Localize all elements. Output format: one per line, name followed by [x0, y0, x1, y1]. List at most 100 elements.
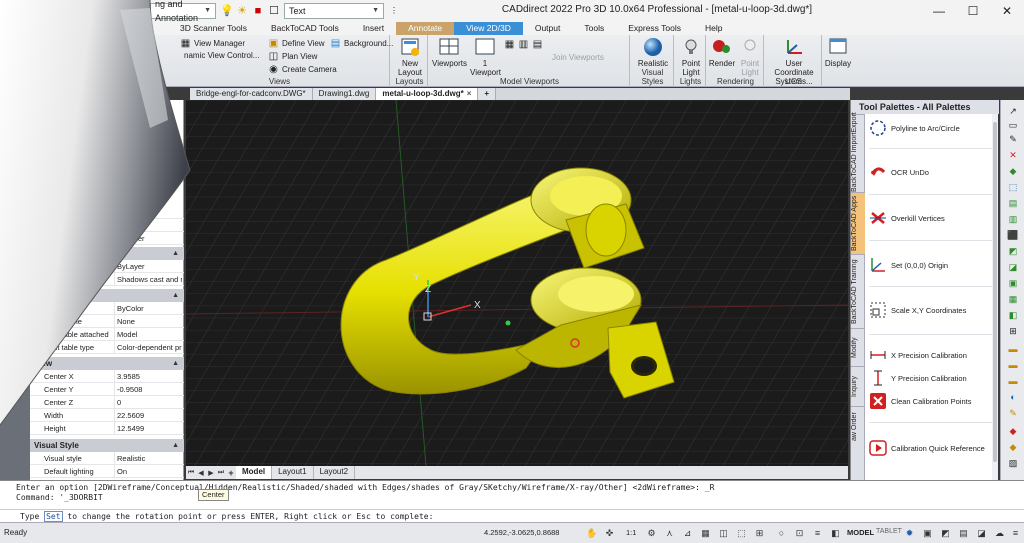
tab-backtocad-tools[interactable]: BackToCAD Tools	[259, 22, 351, 35]
tool-icon[interactable]: ▭	[1007, 120, 1019, 130]
cloud-icon[interactable]: ☁	[994, 528, 1005, 539]
palette-item-ocr-undo[interactable]: OCR UnDo	[865, 162, 995, 182]
palette-scrollbar[interactable]	[992, 114, 998, 480]
layout-tab-model[interactable]: Model	[236, 466, 273, 479]
section-header[interactable]: ▲	[30, 289, 184, 302]
palette-item-x-calibration[interactable]: X Precision Calibration	[865, 346, 995, 364]
tool-icon[interactable]: ▣	[1007, 278, 1019, 288]
close-button[interactable]: ✕	[990, 0, 1024, 22]
property-row[interactable]: ByLayer	[30, 206, 184, 219]
property-row-width[interactable]: Width 22.5609	[30, 409, 184, 422]
dynamic-view-button[interactable]: namic View Control...	[184, 51, 259, 60]
isolate-icon[interactable]: ◩	[940, 528, 951, 539]
property-row-default-lighting[interactable]: Default lighting On	[30, 465, 184, 478]
lock-ui-icon[interactable]: ▣	[922, 528, 933, 539]
tool-icon[interactable]: ▨	[1007, 458, 1019, 468]
tab-annotate[interactable]: Annotate	[396, 22, 455, 35]
new-tab-button[interactable]: +	[478, 88, 497, 100]
vertex-icon[interactable]: ⋏	[664, 528, 675, 539]
tool-icon[interactable]: ◧	[1007, 310, 1019, 320]
first-tab-icon[interactable]: ⏮	[186, 469, 196, 477]
osnap-icon[interactable]: ⊞	[754, 528, 765, 539]
palette-tab-inquiry[interactable]: Inquiry	[851, 366, 865, 406]
property-row[interactable]: Print table attached to Model	[30, 328, 184, 341]
tool-icon[interactable]: ▥	[1007, 214, 1019, 224]
close-tab-icon[interactable]: ×	[467, 89, 472, 98]
ortho-icon[interactable]: ⊿	[682, 528, 693, 539]
background-button[interactable]: ▤ Background...	[330, 38, 394, 49]
view-manager-button[interactable]: ▦ View Manager	[180, 38, 245, 49]
palette-tab-training[interactable]: BackToCAD Training	[851, 254, 865, 328]
tool-icon[interactable]: ▬	[1007, 360, 1019, 370]
tool-icon[interactable]: ◐	[1007, 392, 1019, 402]
property-row[interactable]: ByLayer	[30, 232, 184, 245]
property-row[interactable]	[30, 219, 184, 232]
viewports-button[interactable]: Viewports	[432, 37, 467, 68]
define-view-button[interactable]: ▣ Define View	[268, 38, 325, 49]
plan-view-button[interactable]: ◫ Plan View	[268, 51, 318, 62]
keyword-option[interactable]: Set	[44, 511, 63, 522]
one-viewport-button[interactable]: 1 Viewport	[470, 37, 501, 77]
palette-item-polyline-arc[interactable]: Polyline to Arc/Circle	[865, 118, 995, 138]
property-row[interactable]: style ByColor	[30, 302, 184, 315]
hardware-icon[interactable]: ▤	[958, 528, 969, 539]
view-section-header[interactable]: View ▲	[30, 357, 184, 370]
minimize-button[interactable]: —	[922, 0, 956, 22]
doc-tab-bridge[interactable]: Bridge-engl-for-cadconv.DWG*	[190, 88, 313, 100]
tool-icon[interactable]: ✎	[1007, 408, 1019, 418]
3d-icon[interactable]: ⬚	[736, 528, 747, 539]
create-camera-button[interactable]: ◉ Create Camera	[268, 64, 337, 75]
tab-3d-scanner-tools[interactable]: 3D Scanner Tools	[168, 22, 259, 35]
workspace-icon[interactable]: ⚙	[646, 528, 657, 539]
tab-insert[interactable]: Insert	[351, 22, 396, 35]
scrollbar-thumb[interactable]	[993, 122, 997, 462]
layout-tab-layout2[interactable]: Layout2	[314, 466, 356, 479]
settings-icon[interactable]: ✹	[904, 528, 915, 539]
property-row-center-z[interactable]: Center Z0	[30, 396, 184, 409]
new-layout-button[interactable]: New Layout	[394, 37, 426, 77]
annotation-scale[interactable]: 1:1	[626, 528, 636, 537]
maximize-button[interactable]: ☐	[956, 0, 990, 22]
grid-toggle-icon[interactable]: ▦	[700, 528, 711, 539]
annotation-icon[interactable]: ✜	[604, 528, 615, 539]
coordinate-readout[interactable]: 4.2592,-3.0625,0.8688	[484, 528, 559, 537]
tracking-icon[interactable]: ⊡	[794, 528, 805, 539]
property-row-visual-style[interactable]: Visual style Realistic	[30, 452, 184, 465]
property-row-height[interactable]: Height 12.5499	[30, 422, 184, 435]
visual-style-section-header[interactable]: Visual Style ▲	[30, 439, 184, 452]
property-row-center-x[interactable]: Center X 3.9585	[30, 370, 184, 383]
property-row-center-y[interactable]: Center Y -0.9508	[30, 383, 184, 396]
drawing-viewport[interactable]: Y Z X	[186, 100, 848, 466]
tool-icon[interactable]: ▬	[1007, 376, 1019, 386]
add-layout-icon[interactable]: +	[226, 468, 236, 478]
palette-item-overkill-vertices[interactable]: Overkill Vertices	[865, 208, 995, 228]
palette-item-clean-calibration[interactable]: Clean Calibration Points	[865, 392, 995, 410]
viewport-layout-grid[interactable]: ▦ ▥ ▤	[504, 39, 543, 50]
tool-icon[interactable]: ▦	[1007, 294, 1019, 304]
clean-screen-icon[interactable]: ◪	[976, 528, 987, 539]
section-header[interactable]: ▲	[30, 247, 184, 260]
snap-icon[interactable]: ✋	[586, 528, 597, 539]
palette-item-set-origin[interactable]: Set (0,0,0) Origin	[865, 255, 995, 275]
tab-tools[interactable]: Tools	[572, 22, 616, 35]
tool-icon[interactable]: ◆	[1007, 166, 1019, 176]
tool-icon[interactable]: ⊞	[1007, 326, 1019, 336]
palette-tab-modify[interactable]: Modify	[851, 328, 865, 366]
palette-item-scale-xy[interactable]: Scale X,Y Coordinates	[865, 300, 995, 320]
tab-express-tools[interactable]: Express Tools	[616, 22, 693, 35]
last-tab-icon[interactable]: ⏭	[216, 469, 226, 477]
tab-view-2d-3d[interactable]: View 2D/3D	[454, 22, 523, 35]
lineweight-icon[interactable]: ≡	[812, 528, 823, 539]
tool-icon[interactable]: ✎	[1007, 134, 1019, 144]
property-row[interactable]: Print table typeColor-dependent prin...	[30, 341, 184, 354]
tool-icon[interactable]: ⬛	[1007, 230, 1019, 240]
model-space-toggle[interactable]: MODEL	[847, 528, 874, 537]
palette-item-calibration-reference[interactable]: Calibration Quick Reference	[865, 438, 995, 458]
property-row[interactable]: ByLayer	[30, 260, 184, 273]
realistic-style-button[interactable]: Realistic	[634, 37, 672, 68]
doc-tab-drawing1[interactable]: Drawing1.dwg	[312, 88, 377, 100]
tool-icon[interactable]: ⬚	[1007, 182, 1019, 192]
layout-tab-layout1[interactable]: Layout1	[272, 466, 314, 479]
polar-icon[interactable]: ◫	[718, 528, 729, 539]
join-viewports-button[interactable]: Join Viewports	[552, 53, 604, 62]
